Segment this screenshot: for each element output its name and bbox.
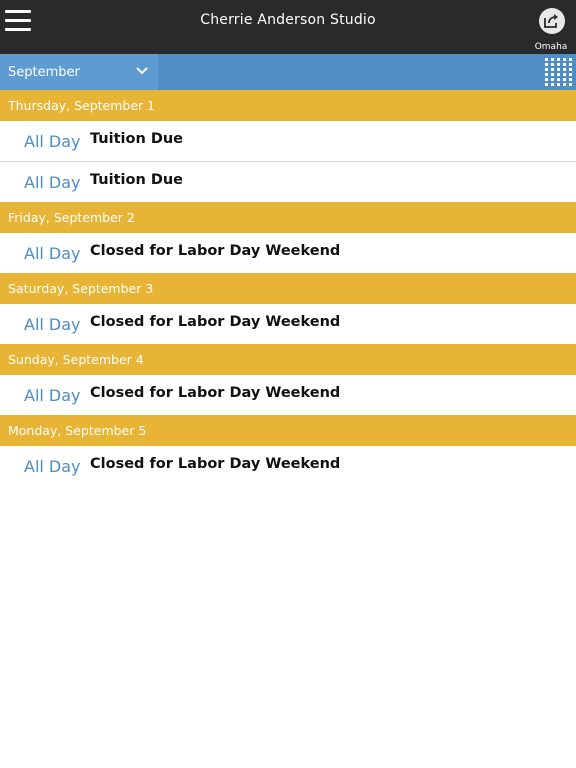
event-time: All Day bbox=[24, 244, 81, 263]
event-title: Closed for Labor Day Weekend bbox=[90, 243, 341, 259]
top-bar: Cherrie Anderson Studio Omaha bbox=[0, 0, 576, 54]
day-header: Friday, September 2 bbox=[0, 202, 576, 233]
event-row[interactable]: All Day Closed for Labor Day Weekend bbox=[0, 446, 576, 486]
event-time: All Day bbox=[24, 132, 81, 151]
month-label: September bbox=[8, 65, 80, 80]
month-dropdown[interactable]: September bbox=[0, 54, 158, 90]
event-time: All Day bbox=[24, 315, 81, 334]
day-header: Saturday, September 3 bbox=[0, 273, 576, 304]
event-title: Closed for Labor Day Weekend bbox=[90, 456, 341, 472]
event-time: All Day bbox=[24, 457, 81, 476]
day-header: Monday, September 5 bbox=[0, 415, 576, 446]
event-time: All Day bbox=[24, 173, 81, 192]
event-row[interactable]: All Day Closed for Labor Day Weekend bbox=[0, 233, 576, 273]
event-title: Closed for Labor Day Weekend bbox=[90, 385, 341, 401]
event-list: Thursday, September 1 All Day Tuition Due A… bbox=[0, 90, 576, 486]
share-icon[interactable] bbox=[539, 8, 565, 34]
location-label: Omaha bbox=[534, 42, 568, 52]
day-header: Thursday, September 1 bbox=[0, 90, 576, 121]
filter-bar: September bbox=[0, 54, 576, 90]
app-title: Cherrie Anderson Studio bbox=[200, 12, 376, 28]
event-row[interactable]: All Day Closed for Labor Day Weekend bbox=[0, 375, 576, 415]
event-row[interactable]: All Day Tuition Due bbox=[0, 162, 576, 202]
event-row[interactable]: All Day Closed for Labor Day Weekend bbox=[0, 304, 576, 344]
day-header: Sunday, September 4 bbox=[0, 344, 576, 375]
chevron-down-icon bbox=[136, 67, 148, 75]
event-time: All Day bbox=[24, 386, 81, 405]
event-title: Tuition Due bbox=[90, 172, 184, 188]
event-title: Tuition Due bbox=[90, 131, 184, 147]
grid-view-icon[interactable] bbox=[543, 57, 573, 87]
event-row[interactable]: All Day Tuition Due bbox=[0, 121, 576, 162]
event-title: Closed for Labor Day Weekend bbox=[90, 314, 341, 330]
